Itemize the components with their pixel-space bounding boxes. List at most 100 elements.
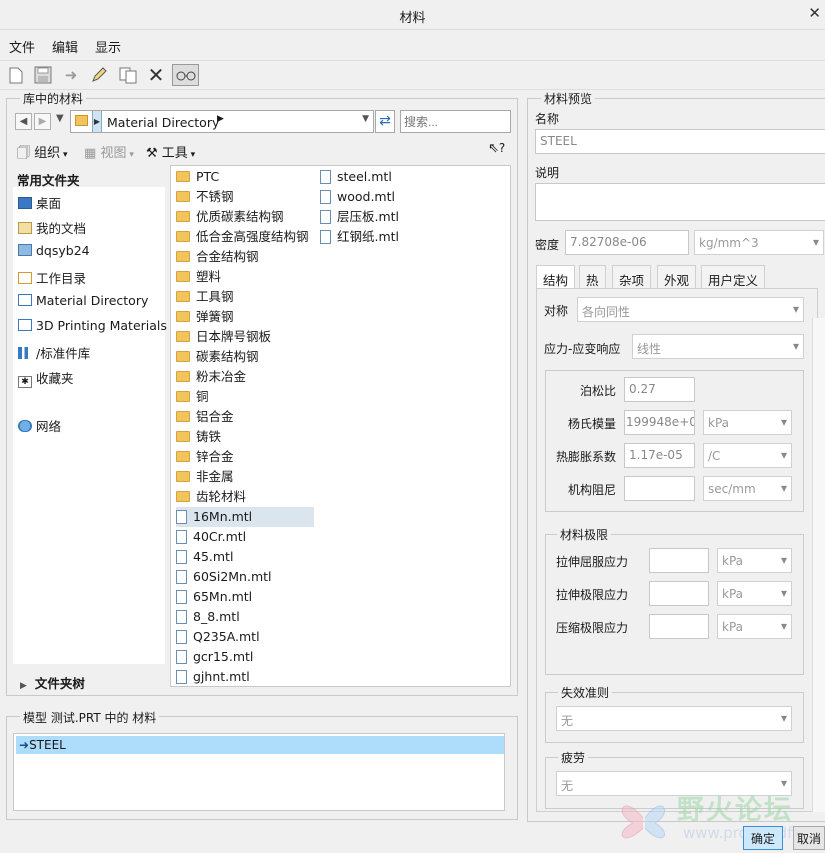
folder-item[interactable]: 锌合金 <box>176 447 234 467</box>
fav-network[interactable]: 网络 <box>18 416 61 435</box>
tab-misc[interactable]: 杂项 <box>612 265 652 289</box>
menu-edit[interactable]: 编辑 <box>52 37 78 56</box>
damping-unit-select[interactable]: sec/mm <box>703 476 792 501</box>
folder-item[interactable]: 工具钢 <box>176 287 234 307</box>
poisson-field[interactable]: 0.27 <box>624 377 695 402</box>
folder-item[interactable]: 日本牌号钢板 <box>176 327 271 347</box>
folder-item[interactable]: 弹簧钢 <box>176 307 234 327</box>
symmetry-label: 对称 <box>544 304 569 318</box>
save-icon[interactable] <box>32 64 54 86</box>
toolbar: ➜ ✕ <box>0 60 825 90</box>
material-file-item[interactable]: wood.mtl <box>320 187 395 207</box>
menu-view[interactable]: 显示 <box>95 37 121 56</box>
tab-thermal[interactable]: 热 <box>579 265 606 289</box>
tab-user-defined[interactable]: 用户定义 <box>701 265 766 289</box>
material-file-item[interactable]: 60Si2Mn.mtl <box>176 567 272 587</box>
path-chevron-icon[interactable]: ▶ <box>217 114 224 124</box>
density-field[interactable]: 7.82708e-06 <box>565 230 689 255</box>
favorites-panel: 桌面 我的文档 dqsyb24 工作目录 Material Directory … <box>13 187 167 664</box>
young-unit-select[interactable]: kPa <box>703 410 792 435</box>
symmetry-select[interactable]: 各向同性 <box>577 297 804 322</box>
search-input[interactable] <box>400 110 511 133</box>
glasses-icon[interactable] <box>172 64 199 86</box>
material-file-item[interactable]: 8_8.mtl <box>176 607 240 627</box>
tools-button[interactable]: ⚒ 工具 ▾ <box>146 142 195 161</box>
arrow-right-icon[interactable]: ➜ <box>60 64 82 86</box>
view-button[interactable]: ▦ 视图 ▾ <box>84 142 134 161</box>
copy-icon[interactable] <box>117 64 139 86</box>
failure-select[interactable]: 无 <box>556 706 792 731</box>
fav-desktop[interactable]: 桌面 <box>18 193 61 212</box>
fav-computer[interactable]: dqsyb24 <box>18 243 90 258</box>
close-icon[interactable]: ✕ <box>808 4 821 22</box>
material-file-item[interactable]: gjhnt.mtl <box>176 667 250 687</box>
tensile-ultimate-field[interactable] <box>649 581 709 606</box>
new-icon[interactable] <box>5 64 27 86</box>
path-bar[interactable]: ▶ Material Directory ▶ ▼ <box>70 110 374 133</box>
fav-3d-printing[interactable]: 3D Printing Materials <box>18 318 167 333</box>
folder-item[interactable]: 粉末冶金 <box>176 367 246 387</box>
context-help-icon[interactable]: ⇖? <box>488 141 505 156</box>
folder-item[interactable]: 合金结构钢 <box>176 247 259 267</box>
folder-item[interactable]: 优质碳素结构钢 <box>176 207 284 227</box>
folder-item[interactable]: 铸铁 <box>176 427 221 447</box>
fav-standard-lib[interactable]: /标准件库 <box>18 343 90 362</box>
material-file-item[interactable]: steel.mtl <box>320 167 392 187</box>
refresh-icon[interactable]: ⇄ <box>375 110 395 133</box>
folder-item[interactable]: 低合金高强度结构钢 <box>176 227 309 247</box>
fav-material-directory[interactable]: Material Directory <box>18 293 148 308</box>
path-separator-icon[interactable]: ▶ <box>92 111 102 132</box>
material-file-item[interactable]: 40Cr.mtl <box>176 527 246 547</box>
compressive-ultimate-unit[interactable]: kPa <box>717 614 792 639</box>
folder-item[interactable]: 塑料 <box>176 267 221 287</box>
description-field[interactable] <box>535 183 825 221</box>
pencil-icon[interactable] <box>88 64 110 86</box>
compressive-ultimate-field[interactable] <box>649 614 709 639</box>
back-icon[interactable]: ◀ <box>15 113 32 130</box>
young-field[interactable]: 199948e+08 <box>624 410 695 435</box>
organize-button[interactable]: 🗍 组织 ▾ <box>17 142 68 166</box>
material-file-item[interactable]: gcr15.mtl <box>176 647 253 667</box>
tensile-yield-field[interactable] <box>649 548 709 573</box>
cancel-button[interactable]: 取消 <box>793 826 825 850</box>
folder-item[interactable]: 非金属 <box>176 467 234 487</box>
panel-scrollbar[interactable] <box>812 318 825 812</box>
folder-item[interactable]: 不锈钢 <box>176 187 234 207</box>
folder-item[interactable]: 铝合金 <box>176 407 234 427</box>
material-file-item[interactable]: 45.mtl <box>176 547 233 567</box>
model-material-item[interactable]: ➜STEEL <box>16 736 504 754</box>
name-field[interactable]: STEEL <box>535 129 825 154</box>
tensile-yield-unit[interactable]: kPa <box>717 548 792 573</box>
menu-file[interactable]: 文件 <box>9 37 35 56</box>
thermal-expansion-field[interactable]: 1.17e-05 <box>624 443 695 468</box>
ok-button[interactable]: 确定 <box>743 826 783 850</box>
folder-item[interactable]: 齿轮材料 <box>176 487 246 507</box>
folder-item[interactable]: 铜 <box>176 387 209 407</box>
delete-icon[interactable]: ✕ <box>145 63 167 87</box>
folder-icon <box>176 291 190 302</box>
thermal-unit-select[interactable]: /C <box>703 443 792 468</box>
density-label: 密度 <box>535 238 560 252</box>
path-dropdown-icon[interactable]: ▼ <box>362 114 369 124</box>
history-dropdown-icon[interactable]: ▼ <box>56 113 64 124</box>
fatigue-label: 疲劳 <box>558 749 589 766</box>
tensile-ultimate-unit[interactable]: kPa <box>717 581 792 606</box>
tab-structural[interactable]: 结构 <box>536 265 576 289</box>
fav-documents[interactable]: 我的文档 <box>18 218 86 237</box>
stress-strain-select[interactable]: 线性 <box>632 334 804 359</box>
density-unit-select[interactable]: kg/mm^3 <box>694 230 824 255</box>
material-file-item[interactable]: 层压板.mtl <box>320 207 399 227</box>
folder-tree-toggle[interactable]: ▶ 文件夹树 <box>20 673 85 692</box>
folder-item[interactable]: PTC <box>176 167 219 187</box>
material-file-item[interactable]: 16Mn.mtl <box>176 507 314 527</box>
damping-field[interactable] <box>624 476 695 501</box>
material-file-item[interactable]: 红钢纸.mtl <box>320 227 399 247</box>
material-file-item[interactable]: 65Mn.mtl <box>176 587 252 607</box>
computer-icon <box>18 244 32 256</box>
tab-appearance[interactable]: 外观 <box>657 265 697 289</box>
fav-working-dir[interactable]: 工作目录 <box>18 268 86 287</box>
material-file-item[interactable]: Q235A.mtl <box>176 627 260 647</box>
fav-favorites[interactable]: ✱ 收藏夹 <box>18 368 74 388</box>
folder-item[interactable]: 碳素结构钢 <box>176 347 259 367</box>
forward-icon[interactable]: ▶ <box>34 113 51 130</box>
